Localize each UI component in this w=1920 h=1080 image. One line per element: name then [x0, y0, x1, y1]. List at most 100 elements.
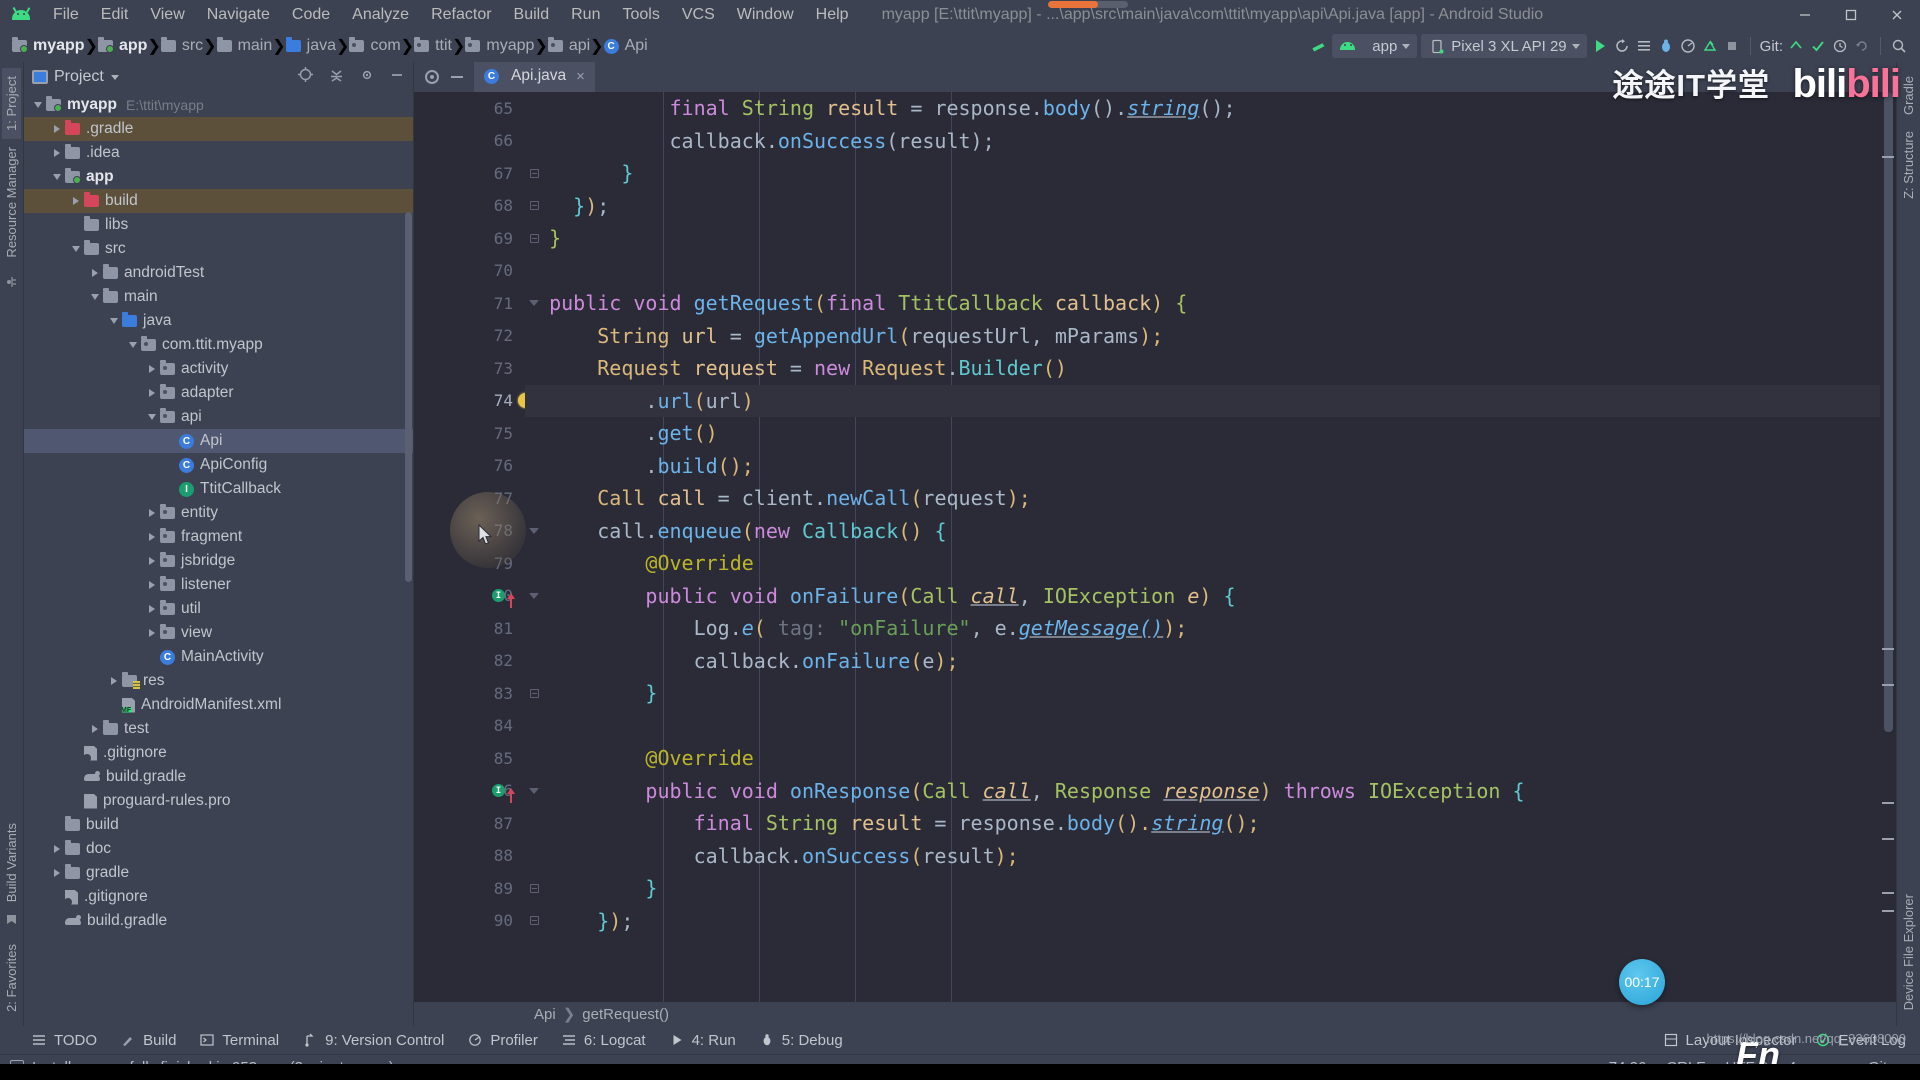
tree-item-entity[interactable]: entity	[24, 501, 413, 525]
tree-item-api[interactable]: api	[24, 405, 413, 429]
tree-expand-arrow-icon[interactable]	[106, 677, 122, 685]
menu-item-vcs[interactable]: VCS	[671, 4, 726, 26]
menu-item-file[interactable]: File	[42, 4, 90, 26]
tree-item-build[interactable]: build	[24, 189, 413, 213]
tree-item-androidmanifest.xml[interactable]: AndroidManifest.xml	[24, 693, 413, 717]
breadcrumb-java[interactable]: java	[285, 37, 336, 55]
line-number[interactable]: 81	[414, 612, 519, 645]
git-rollback-icon[interactable]	[1853, 37, 1871, 55]
breadcrumb-api[interactable]: api	[547, 37, 590, 55]
line-number[interactable]: 70	[414, 255, 519, 288]
tree-item-res[interactable]: res	[24, 669, 413, 693]
code-line[interactable]: Request request = new Request. Builder()	[525, 352, 1880, 385]
menu-item-help[interactable]: Help	[805, 4, 860, 26]
line-number[interactable]: 68	[414, 190, 539, 223]
search-everywhere-icon[interactable]	[1890, 37, 1908, 55]
line-number-gutter[interactable]: 65 66 67 68 69 70 71 72 73 74 75 76 77 78 79 80I 81 82 83 8…	[414, 92, 539, 1002]
menu-item-run[interactable]: Run	[560, 4, 611, 26]
code-line[interactable]: public void onResponse(Call call, Respon…	[525, 775, 1880, 808]
breadcrumb-myapp[interactable]: myapp	[465, 37, 534, 55]
hide-panel-icon[interactable]	[389, 67, 405, 88]
line-number[interactable]: 89	[414, 872, 539, 905]
tree-expand-arrow-icon[interactable]	[144, 605, 160, 613]
code-line[interactable]: callback. onFailure(e);	[525, 645, 1880, 678]
tree-item-proguard-rules.pro[interactable]: proguard-rules.pro	[24, 789, 413, 813]
menu-item-tools[interactable]: Tools	[611, 4, 670, 26]
tree-item-adapter[interactable]: adapter	[24, 381, 413, 405]
tree-item-libs[interactable]: libs	[24, 213, 413, 237]
code-line[interactable]: String url = getAppendUrl(requestUrl, mP…	[525, 320, 1880, 353]
tree-item-api[interactable]: C Api	[24, 429, 413, 453]
code-line[interactable]: call. enqueue(new Callback() {	[525, 515, 1880, 548]
menu-item-code[interactable]: Code	[281, 4, 341, 26]
tree-item-java[interactable]: java	[24, 309, 413, 333]
editor-breadcrumb[interactable]: Api ❯ getRequest()	[414, 1002, 1896, 1026]
code-line[interactable]: callback. onSuccess(result);	[525, 840, 1880, 873]
git-update-icon[interactable]	[1787, 37, 1805, 55]
locate-icon[interactable]	[297, 66, 314, 88]
chevron-down-icon[interactable]	[110, 74, 119, 80]
line-number[interactable]: 87	[414, 807, 519, 840]
breadcrumb-src[interactable]: src	[160, 37, 203, 55]
tool-window-button-todo[interactable]: TODO	[30, 1031, 97, 1049]
settings-gear-icon[interactable]	[359, 67, 375, 88]
tree-item-fragment[interactable]: fragment	[24, 525, 413, 549]
editor-tab-api-java[interactable]: C Api.java ×	[474, 62, 595, 92]
git-history-icon[interactable]	[1831, 37, 1849, 55]
apply-code-changes-icon[interactable]	[1635, 37, 1653, 55]
close-tab-icon[interactable]: ×	[576, 68, 585, 85]
tree-item-activity[interactable]: activity	[24, 357, 413, 381]
tree-item-listener[interactable]: listener	[24, 573, 413, 597]
editor-settings-gear-icon[interactable]	[425, 70, 439, 84]
close-button[interactable]	[1874, 0, 1920, 30]
code-line[interactable]: Log. e( tag: "onFailure", e. getMessage())…	[525, 612, 1880, 645]
tree-expand-arrow-icon[interactable]	[68, 197, 84, 205]
collapse-all-icon[interactable]	[328, 66, 345, 88]
tree-item-test[interactable]: test	[24, 717, 413, 741]
error-stripe-scrollbar[interactable]	[1880, 92, 1896, 1002]
line-number[interactable]: 75	[414, 417, 519, 450]
breadcrumb-app[interactable]: app	[97, 37, 147, 55]
breadcrumb-method[interactable]: getRequest()	[582, 1006, 669, 1023]
breadcrumb-com[interactable]: com	[349, 37, 401, 55]
tree-expand-arrow-icon[interactable]	[87, 294, 103, 300]
tree-expand-arrow-icon[interactable]	[49, 869, 65, 877]
tool-window-button-terminal[interactable]: Terminal	[198, 1031, 279, 1049]
tree-item-myapp[interactable]: myapp E:\ttit\myapp	[24, 93, 413, 117]
code-line[interactable]: @Override	[525, 547, 1880, 580]
tree-item-app[interactable]: app	[24, 165, 413, 189]
breadcrumb-ttit[interactable]: ttit	[414, 37, 452, 55]
breadcrumb-api[interactable]: C Api	[603, 37, 648, 55]
code-line[interactable]: }	[525, 872, 1880, 905]
tree-expand-arrow-icon[interactable]	[144, 509, 160, 517]
code-line[interactable]: . url(url)	[525, 384, 1880, 417]
tree-item-build.gradle[interactable]: build.gradle	[24, 909, 413, 933]
tree-item-view[interactable]: view	[24, 621, 413, 645]
code-editor[interactable]: 65 66 67 68 69 70 71 72 73 74 75 76 77 78 79 80I 81 82 83 8…	[414, 92, 1896, 1002]
override-arrow-icon[interactable]	[507, 787, 515, 803]
tree-expand-arrow-icon[interactable]	[30, 102, 46, 108]
tree-expand-arrow-icon[interactable]	[87, 269, 103, 277]
run-configuration-selector[interactable]: app	[1332, 34, 1418, 58]
tree-expand-arrow-icon[interactable]	[49, 845, 65, 853]
tree-item-jsbridge[interactable]: jsbridge	[24, 549, 413, 573]
tree-expand-arrow-icon[interactable]	[144, 389, 160, 397]
menu-item-view[interactable]: View	[139, 4, 195, 26]
breadcrumb-myapp[interactable]: myapp	[12, 37, 85, 55]
line-number[interactable]: 79	[414, 547, 519, 580]
line-number[interactable]: 69	[414, 222, 539, 255]
code-line[interactable]: public void onFailure(Call call, IOExcep…	[525, 580, 1880, 613]
tree-expand-arrow-icon[interactable]	[49, 174, 65, 180]
minimize-button[interactable]	[1782, 0, 1828, 30]
favorites-icon[interactable]	[3, 910, 21, 928]
line-number[interactable]: 73	[414, 352, 519, 385]
avd-manager-icon[interactable]	[1701, 37, 1719, 55]
code-line[interactable]: });	[525, 905, 1880, 938]
line-number[interactable]: 74	[414, 385, 533, 418]
tool-tab-project[interactable]: 1: Project	[2, 68, 21, 139]
tree-item-gradle[interactable]: gradle	[24, 861, 413, 885]
project-tree[interactable]: myapp E:\ttit\myapp .gradle .idea app build li…	[24, 92, 413, 1026]
code-line[interactable]: final String result = response. body (). st…	[525, 807, 1880, 840]
tree-item-doc[interactable]: doc	[24, 837, 413, 861]
tree-item-apiconfig[interactable]: C ApiConfig	[24, 453, 413, 477]
